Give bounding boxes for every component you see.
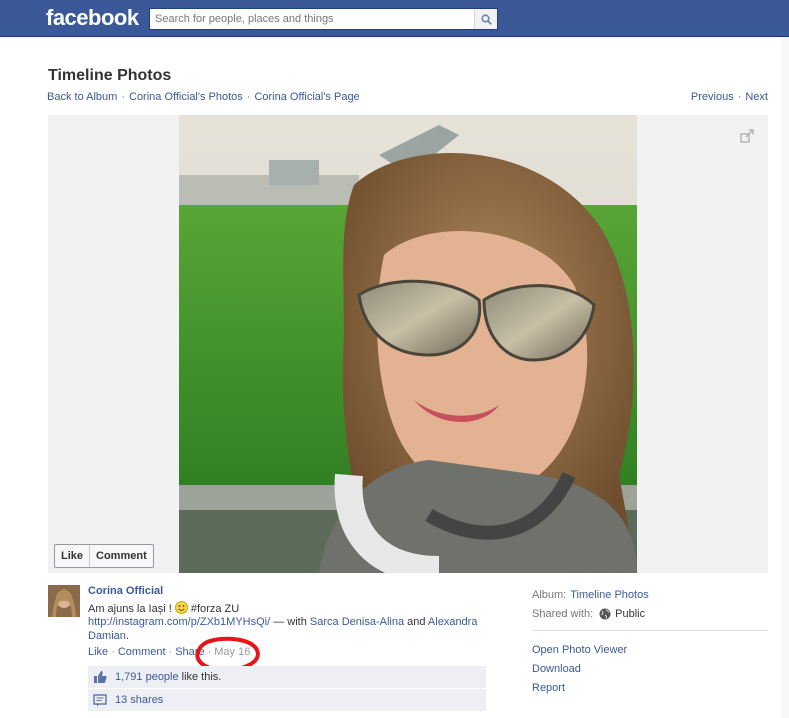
album-label: Album: [532, 588, 567, 601]
album-row: Album: Timeline Photos [532, 585, 768, 604]
page-link[interactable]: Corina Official's Page [254, 91, 359, 103]
search-icon [480, 13, 492, 25]
feedback-box: 1,791 people like this. 13 shares [88, 666, 486, 712]
back-to-album-link[interactable]: Back to Album [47, 91, 117, 103]
globe-icon [599, 608, 611, 619]
selfie-photo[interactable] [179, 115, 637, 573]
shares-row: 13 shares [88, 689, 486, 712]
post-caption: Am ajuns la Iași ! #forza ZU [88, 601, 488, 616]
photo-stage: Like Comment [48, 115, 768, 573]
author-name[interactable]: Corina Official [88, 585, 163, 597]
previous-link[interactable]: Previous [691, 91, 734, 103]
photos-link[interactable]: Corina Official's Photos [129, 91, 243, 103]
page-edge [782, 37, 789, 718]
likes-suffix: like this. [181, 671, 222, 683]
photo-like-comment-bar: Like Comment [54, 544, 154, 568]
tagged-person-1[interactable]: Sarca Denisa-Alina [310, 616, 404, 628]
thumbs-up-icon [94, 671, 107, 683]
likes-count-link[interactable]: 1,791 people [115, 671, 179, 683]
search-input[interactable] [150, 9, 474, 29]
instagram-link[interactable]: http://instagram.com/p/ZXb1MYHsQi/ [88, 616, 270, 628]
search-button[interactable] [474, 9, 497, 29]
period-text: . [125, 630, 129, 642]
search-box [149, 8, 498, 30]
breadcrumb: Back to Album · Corina Official's Photos · C… [47, 91, 360, 103]
post-date[interactable]: May 16 [214, 646, 250, 658]
caption-hashtag: #forza ZU [187, 603, 240, 615]
facebook-logo[interactable]: facebook [46, 5, 139, 31]
photo-pager: Previous · Next [690, 91, 768, 103]
and-text: and [404, 616, 428, 628]
shared-label: Shared with: [532, 607, 594, 620]
likes-row: 1,791 people like this. [88, 666, 486, 689]
page-title: Timeline Photos [48, 67, 172, 84]
photo-like-button[interactable]: Like [55, 545, 89, 567]
meta-divider [532, 630, 768, 631]
next-link[interactable]: Next [745, 91, 768, 103]
post-link-and-tags: http://instagram.com/p/ZXb1MYHsQi/ — wit… [88, 615, 483, 643]
smiley-icon [174, 601, 188, 614]
shares-link[interactable]: 13 shares [115, 694, 163, 706]
photo-meta: Album: Timeline Photos Shared with: Publ… [532, 585, 768, 698]
open-photo-viewer-link[interactable]: Open Photo Viewer [532, 641, 768, 660]
avatar[interactable] [48, 585, 80, 617]
fullscreen-icon[interactable] [740, 129, 754, 143]
download-link[interactable]: Download [532, 660, 768, 679]
like-link[interactable]: Like [88, 646, 108, 658]
with-text: — with [270, 616, 310, 628]
privacy-row: Shared with: Public [532, 604, 768, 623]
report-link[interactable]: Report [532, 679, 768, 698]
share-icon [93, 694, 107, 707]
top-bar: facebook [0, 0, 789, 37]
comment-link[interactable]: Comment [118, 646, 166, 658]
share-link[interactable]: Share [175, 646, 204, 658]
album-link[interactable]: Timeline Photos [570, 589, 648, 601]
post-actions: Like · Comment · Share · May 16 [88, 646, 251, 658]
caption-text: Am ajuns la Iași ! [88, 603, 175, 615]
photo-comment-button[interactable]: Comment [89, 545, 153, 567]
shared-value[interactable]: Public [615, 608, 645, 620]
